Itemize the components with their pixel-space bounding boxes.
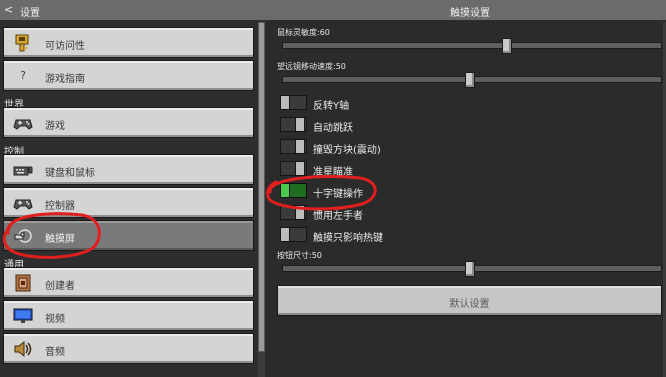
auto-jump-label: 自动跳跃 bbox=[313, 123, 353, 134]
sidebar-item-controller[interactable]: 控制器 bbox=[3, 187, 254, 218]
sidebar-item-creator[interactable]: 创建者 bbox=[3, 267, 254, 298]
invert-y-label: 反转Y轴 bbox=[313, 101, 350, 112]
mouse-sensitivity-slider[interactable] bbox=[282, 42, 662, 49]
sidebar-item-game[interactable]: 游戏 bbox=[3, 107, 254, 138]
block-vibration-label: 撞毁方块(震动) bbox=[313, 145, 381, 156]
controller-icon bbox=[13, 199, 33, 210]
sidebar-item-label: 游戏 bbox=[45, 121, 65, 132]
gamepad-icon bbox=[13, 119, 33, 130]
crosshair-toggle[interactable] bbox=[280, 161, 307, 176]
mouse-sensitivity-label: 鼠标灵敏度:60 bbox=[277, 28, 330, 37]
back-button[interactable]: < bbox=[4, 3, 13, 16]
keyboard-icon bbox=[13, 166, 33, 176]
mouse-sensitivity-knob[interactable] bbox=[502, 38, 512, 54]
sidebar-item-label: 可访问性 bbox=[45, 41, 85, 52]
title-bar: < 设置 触摸设置 bbox=[0, 0, 666, 21]
speaker-icon bbox=[14, 340, 32, 358]
reset-defaults-label: 默认设置 bbox=[449, 299, 490, 310]
left-handed-toggle[interactable] bbox=[280, 205, 307, 220]
creator-icon bbox=[15, 274, 31, 292]
hotbar-only-label: 触摸只影响热键 bbox=[313, 233, 383, 244]
auto-jump-toggle[interactable] bbox=[280, 117, 307, 132]
question-icon: ? bbox=[20, 69, 26, 82]
block-vibration-toggle[interactable] bbox=[280, 139, 307, 154]
sidebar-item-keyboard-mouse[interactable]: 键盘和鼠标 bbox=[3, 154, 254, 185]
telescope-speed-knob[interactable] bbox=[465, 72, 475, 88]
left-handed-label: 惯用左手者 bbox=[313, 211, 363, 222]
sidebar-item-touchscreen[interactable]: 触摸屏 bbox=[3, 220, 254, 251]
sidebar-item-label: 视频 bbox=[45, 314, 65, 325]
sidebar-item-video[interactable]: 视频 bbox=[3, 300, 254, 331]
invert-y-toggle[interactable] bbox=[280, 95, 307, 110]
dpad-label: 十字键操作 bbox=[313, 189, 363, 200]
hotbar-only-toggle[interactable] bbox=[280, 227, 307, 242]
sidebar-item-game-guide[interactable]: ? 游戏指南 bbox=[3, 60, 254, 91]
settings-title: 设置 bbox=[20, 8, 40, 19]
crosshair-label: 准星瞄准 bbox=[313, 167, 353, 178]
button-size-label: 按钮尺寸:50 bbox=[277, 251, 322, 260]
key-icon bbox=[15, 34, 29, 52]
sidebar-item-label: 音频 bbox=[45, 347, 65, 358]
sidebar-scrollbar-thumb[interactable] bbox=[258, 22, 265, 352]
sidebar-item-audio[interactable]: 音频 bbox=[3, 333, 254, 364]
sidebar-item-label: 游戏指南 bbox=[45, 74, 85, 85]
reset-defaults-button[interactable]: 默认设置 bbox=[277, 285, 662, 316]
dpad-toggle[interactable] bbox=[280, 183, 307, 198]
button-size-knob[interactable] bbox=[465, 261, 475, 277]
page-title: 触摸设置 bbox=[450, 8, 490, 19]
sidebar-item-accessibility[interactable]: 可访问性 bbox=[3, 27, 254, 58]
sidebar-item-label: 键盘和鼠标 bbox=[45, 168, 95, 179]
sidebar-item-label: 创建者 bbox=[45, 281, 75, 292]
touch-icon bbox=[14, 229, 32, 243]
monitor-icon bbox=[13, 308, 33, 323]
sidebar-item-label: 触摸屏 bbox=[45, 234, 75, 245]
telescope-speed-label: 望远镜移动速度:50 bbox=[277, 62, 346, 71]
sidebar-item-label: 控制器 bbox=[45, 201, 75, 212]
